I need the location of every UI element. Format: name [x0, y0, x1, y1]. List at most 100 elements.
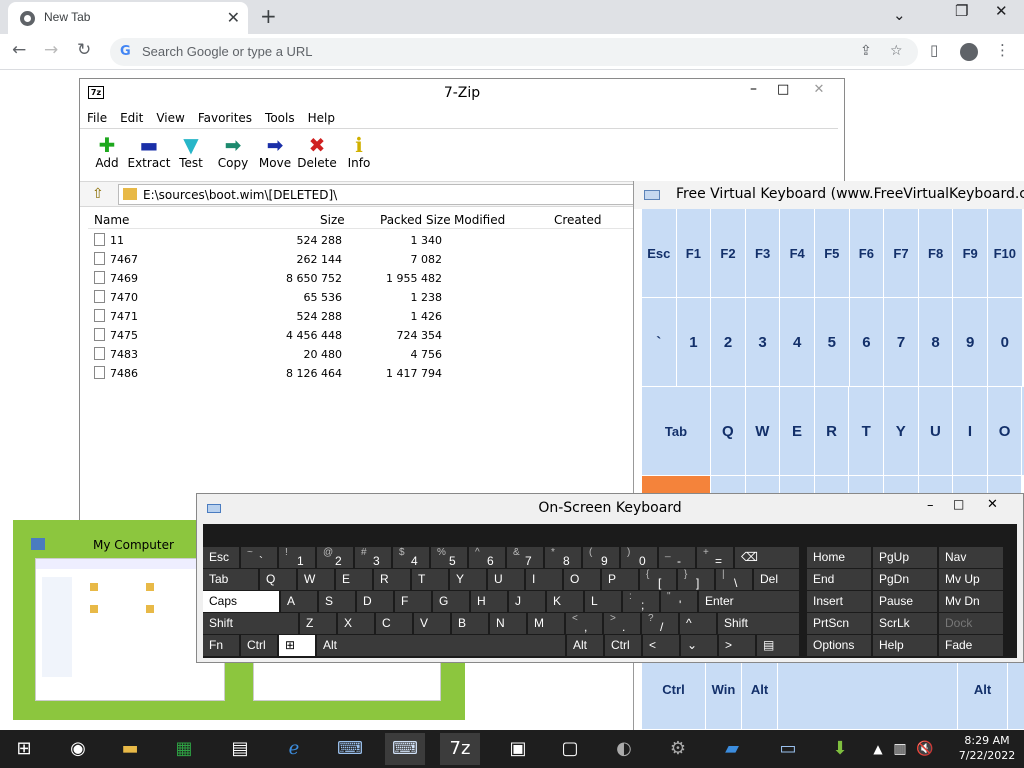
fvk-key-0[interactable]: 0 [988, 298, 1023, 387]
osk-key-scrlk[interactable]: ScrLk [873, 613, 937, 634]
menu-help[interactable]: Help [301, 107, 341, 125]
side-panel-icon[interactable]: ▯ [930, 41, 938, 59]
osk-key-g[interactable]: G [433, 591, 469, 612]
osk-key-right-arrow[interactable]: > [719, 635, 755, 656]
close-button[interactable]: ✕ [987, 497, 998, 512]
fvk-key-tab[interactable]: Tab [642, 387, 711, 476]
extract-button[interactable]: ▬ Extract [127, 134, 171, 170]
osk-key-b[interactable]: B [452, 613, 488, 634]
tray-chevron-icon[interactable]: ▲ [868, 733, 888, 765]
osk-key-l[interactable]: L [585, 591, 621, 612]
fvk-key-f7[interactable]: F7 [884, 209, 919, 298]
test-button[interactable]: ▼ Test [169, 134, 213, 170]
osk-key-enter[interactable]: Enter [699, 591, 799, 612]
maximize-button[interactable]: □ [777, 82, 789, 97]
osk-key-dock[interactable]: Dock [939, 613, 1003, 634]
fvk-key-u[interactable]: U [918, 387, 954, 476]
fvk-key-8[interactable]: 8 [918, 298, 954, 387]
osk-key-0[interactable]: ~ ` [241, 547, 277, 568]
reload-button[interactable]: ↻ [77, 40, 91, 60]
osk-key-pgup[interactable]: PgUp [873, 547, 937, 568]
osk-key-x[interactable]: X [338, 613, 374, 634]
osk-key-bracket-close[interactable]: }] [678, 569, 714, 590]
osk-key-u[interactable]: U [488, 569, 524, 590]
fvk-key[interactable] [953, 476, 988, 494]
close-tab-icon[interactable]: ✕ [227, 8, 240, 27]
forward-button[interactable]: → [44, 40, 58, 60]
osk-key-7[interactable]: & 7 [507, 547, 543, 568]
fvk-key-f1[interactable]: F1 [676, 209, 712, 298]
info-button[interactable]: ℹ Info [337, 134, 381, 170]
osk-key-3[interactable]: #3 [355, 547, 391, 568]
id-card-icon[interactable]: ▢ [550, 733, 590, 765]
fvk-key-w[interactable]: W [745, 387, 781, 476]
osk-key-quote[interactable]: " ' [661, 591, 697, 612]
column-name[interactable]: Name [94, 213, 129, 227]
share-icon[interactable]: ⇪ [860, 43, 872, 59]
osk-key-k[interactable]: K [547, 591, 583, 612]
delete-button[interactable]: ✖ Delete [295, 134, 339, 170]
close-button[interactable]: ✕ [800, 82, 838, 100]
osk-key-h[interactable]: H [471, 591, 507, 612]
osk-key-10[interactable]: ) 0 [621, 547, 657, 568]
copy-button[interactable]: ➡ Copy [211, 134, 255, 170]
menu-tools[interactable]: Tools [258, 107, 301, 125]
move-button[interactable]: ➡ Move [253, 134, 297, 170]
fvk-key-t[interactable]: T [849, 387, 884, 476]
osk-key-pgdn[interactable]: PgDn [873, 569, 937, 590]
fvk-key-q[interactable]: Q [711, 387, 746, 476]
bookmark-star-icon[interactable]: ☆ [890, 43, 903, 59]
osk-key-ctrl-right[interactable]: Ctrl [605, 635, 641, 656]
download-icon[interactable]: ⬇ [820, 733, 860, 765]
menu-edit[interactable]: Edit [113, 107, 149, 125]
column-modified[interactable]: Modified [454, 213, 505, 227]
fvk-key[interactable] [711, 476, 746, 494]
osk-key-r[interactable]: R [374, 569, 410, 590]
fvk-key-f4[interactable]: F4 [780, 209, 815, 298]
fvk-key-esc[interactable]: Esc [642, 209, 677, 298]
osk-key-alt[interactable]: Alt [317, 635, 565, 656]
fvk-key-7[interactable]: 7 [884, 298, 919, 387]
add-button[interactable]: ✚ Add [85, 134, 129, 170]
remote-desktop-icon[interactable]: ▰ [712, 733, 752, 765]
osk-key-11[interactable]: _ - [659, 547, 695, 568]
system-monitor-icon[interactable]: ▤ [220, 733, 260, 765]
menu-dots-icon[interactable]: ⋮ [995, 41, 1010, 59]
osk-key-help[interactable]: Help [873, 635, 937, 656]
osk-key-mv-up[interactable]: Mv Up [939, 569, 1003, 590]
osk-key-backspace[interactable]: ⌫ [735, 547, 799, 568]
osk-key-m[interactable]: M [528, 613, 564, 634]
osk-key-a[interactable]: A [281, 591, 317, 612]
omnibox[interactable]: G Search Google or type a URL ⇪ ☆ [110, 38, 918, 66]
osk-key-bracket-open[interactable]: {[ [640, 569, 676, 590]
osk-key-options[interactable]: Options [807, 635, 871, 656]
close-window-button[interactable]: ✕ [995, 2, 1008, 20]
osk-key-insert[interactable]: Insert [807, 591, 871, 612]
osk-key-w[interactable]: W [298, 569, 334, 590]
osk-key-z[interactable]: Z [300, 613, 336, 634]
osk-key-up-arrow[interactable]: ^ [680, 613, 716, 634]
fvk-key-5[interactable]: 5 [815, 298, 850, 387]
osk-key-shift-right[interactable]: Shift [718, 613, 799, 634]
fvk-key-e[interactable]: E [780, 387, 815, 476]
osk-key-i[interactable]: I [526, 569, 562, 590]
restore-button[interactable]: ❐ [955, 2, 968, 20]
fvk-key[interactable] [884, 476, 919, 494]
column-packed-size[interactable]: Packed Size [380, 213, 451, 227]
fvk-key-6[interactable]: 6 [849, 298, 885, 387]
internet-explorer-icon[interactable]: ℯ [274, 733, 314, 765]
osk-key-y[interactable]: Y [450, 569, 486, 590]
osk-key-semicolon[interactable]: :; [623, 591, 659, 612]
osk-key-tab[interactable]: Tab [203, 569, 258, 590]
back-button[interactable]: ← [12, 40, 26, 60]
fvk-key-f8[interactable]: F8 [918, 209, 954, 298]
fvk-key-9[interactable]: 9 [953, 298, 988, 387]
osk-key-mv-dn[interactable]: Mv Dn [939, 591, 1003, 612]
osk-key-9[interactable]: (9 [583, 547, 619, 568]
osk-key-home[interactable]: Home [807, 547, 871, 568]
osk-key-2[interactable]: @2 [317, 547, 353, 568]
osk-key-c[interactable]: C [376, 613, 412, 634]
osk-key-comma[interactable]: <, [566, 613, 602, 634]
osk-taskbar-icon[interactable]: ⌨ [385, 733, 425, 765]
osk-key-e[interactable]: E [336, 569, 372, 590]
